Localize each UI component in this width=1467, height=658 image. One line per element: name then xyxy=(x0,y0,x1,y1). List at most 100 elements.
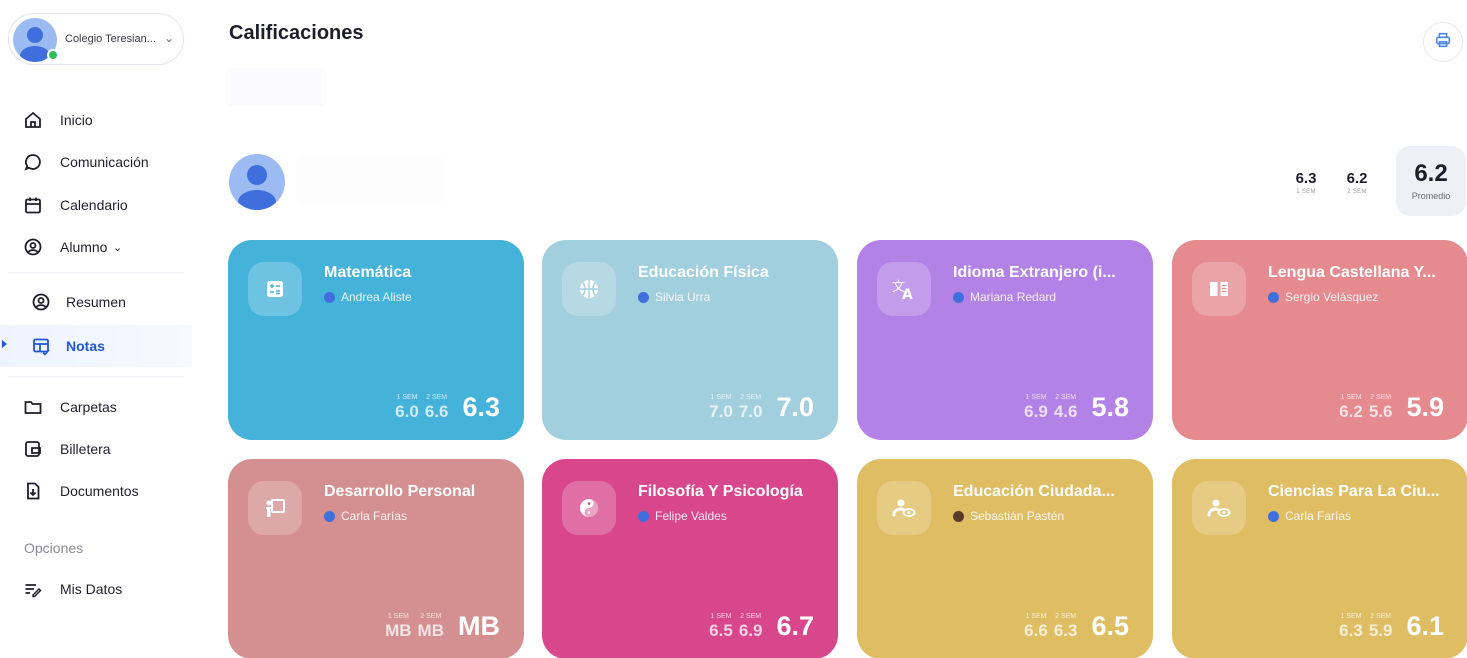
grade-sem1-value: 6.3 xyxy=(1339,621,1363,640)
course-teacher: Felipe Valdes xyxy=(638,509,727,523)
summary-average: 6.2 Promedio xyxy=(1396,146,1466,216)
sidebar-item-mis-datos[interactable]: Mis Datos xyxy=(0,570,192,608)
sidebar-item-notas[interactable]: Notas xyxy=(0,325,192,367)
grade-sem2: 2 SEM 6.9 xyxy=(739,612,763,641)
sidebar-item-alumno[interactable]: Alumno ⌄ xyxy=(0,228,192,266)
edit-list-icon xyxy=(22,578,44,600)
grade-final: 6.7 xyxy=(776,611,814,641)
divider xyxy=(8,272,184,273)
sidebar-item-carpetas[interactable]: Carpetas xyxy=(0,388,192,426)
grade-sem2: 2 SEM 5.9 xyxy=(1369,612,1393,641)
course-name: Matemática xyxy=(324,264,412,281)
grade-final: 6.5 xyxy=(1091,611,1129,641)
grade-sem2: 2 SEM 4.6 xyxy=(1054,393,1078,422)
filter-placeholder xyxy=(226,68,326,106)
grade-sem2-value: 5.9 xyxy=(1368,621,1393,640)
course-name: Educación Ciudada... xyxy=(953,483,1115,500)
grade-sem2-value: 6.3 xyxy=(1053,621,1078,640)
sidebar-item-label: Alumno xyxy=(60,239,108,255)
course-teacher: Carla Farías xyxy=(324,509,407,523)
summary-sem2-label: 2 SEM xyxy=(1347,189,1367,195)
course-grades: 1 SEM 6.3 2 SEM 5.9 6.1 xyxy=(1333,611,1444,641)
basketball-icon xyxy=(562,262,616,316)
translate-icon: 文A xyxy=(877,262,931,316)
course-card[interactable]: Educación Física Silvia Urra 1 SEM 7.0 2… xyxy=(542,240,838,440)
grade-sem2: 2 SEM MB xyxy=(418,612,444,641)
course-grades: 1 SEM 6.9 2 SEM 4.6 5.8 xyxy=(1018,392,1129,422)
sidebar-item-label: Carpetas xyxy=(60,399,117,415)
grade-sem2-value: 6.9 xyxy=(738,621,763,640)
printer-icon xyxy=(1434,31,1452,54)
chat-bubble-icon xyxy=(22,151,44,173)
calculator-icon xyxy=(248,262,302,316)
grade-sem1: 1 SEM MB xyxy=(385,612,411,641)
course-card[interactable]: Educación Ciudada... Sebastián Pastén 1 … xyxy=(857,459,1153,658)
course-name: Ciencias Para La Ciu... xyxy=(1268,483,1440,500)
course-grades: 1 SEM 6.2 2 SEM 5.6 5.9 xyxy=(1333,392,1444,422)
teacher-avatar-icon xyxy=(953,291,964,303)
student-avatar xyxy=(229,154,285,210)
print-button[interactable] xyxy=(1423,22,1463,62)
grade-sem1: 1 SEM 6.0 xyxy=(395,393,419,422)
teacher-avatar-icon xyxy=(953,510,964,522)
sidebar-item-calendario[interactable]: Calendario xyxy=(0,186,192,224)
sidebar-item-inicio[interactable]: Inicio xyxy=(0,101,192,139)
grade-sem1-value: 6.6 xyxy=(1024,621,1048,640)
sidebar: Colegio Teresian... ⌄ Inicio Comunicació… xyxy=(0,0,192,658)
teacher-avatar-icon xyxy=(324,510,335,522)
sidebar-item-resumen[interactable]: Resumen xyxy=(0,283,192,321)
book-icon xyxy=(1192,262,1246,316)
course-grades: 1 SEM 6.5 2 SEM 6.9 6.7 xyxy=(703,611,814,641)
sidebar-item-label: Billetera xyxy=(60,441,111,457)
teacher-avatar-icon xyxy=(1268,510,1279,522)
teacher-name: Felipe Valdes xyxy=(655,509,727,523)
teacher-name: Andrea Aliste xyxy=(341,290,412,304)
course-grades: 1 SEM 6.6 2 SEM 6.3 6.5 xyxy=(1018,611,1129,641)
folder-icon xyxy=(22,396,44,418)
document-download-icon xyxy=(22,480,44,502)
sidebar-item-documentos[interactable]: Documentos xyxy=(0,472,192,510)
yin-yang-icon xyxy=(562,481,616,535)
course-teacher: Sebastián Pastén xyxy=(953,509,1064,523)
chevron-down-icon: ⌄ xyxy=(113,241,123,254)
course-name: Educación Física xyxy=(638,264,769,281)
teacher-board-icon xyxy=(248,481,302,535)
course-card[interactable]: Ciencias Para La Ciu... Carla Farías 1 S… xyxy=(1172,459,1467,658)
course-card[interactable]: Filosofía Y Psicología Felipe Valdes 1 S… xyxy=(542,459,838,658)
grade-final: 6.3 xyxy=(462,392,500,422)
person-view-icon xyxy=(877,481,931,535)
course-card[interactable]: Matemática Andrea Aliste 1 SEM 6.0 2 SEM… xyxy=(228,240,524,440)
sidebar-item-label: Comunicación xyxy=(60,154,149,170)
grade-sem2: 2 SEM 7.0 xyxy=(739,393,763,422)
grade-sem1-value: 6.9 xyxy=(1024,402,1048,421)
grade-sem1: 1 SEM 7.0 xyxy=(709,393,733,422)
summary-sem2-value: 6.2 xyxy=(1346,170,1368,187)
course-grades: 1 SEM 7.0 2 SEM 7.0 7.0 xyxy=(703,392,814,422)
calendar-icon xyxy=(22,194,44,216)
course-card[interactable]: Desarrollo Personal Carla Farías 1 SEM M… xyxy=(228,459,524,658)
grade-final: 5.8 xyxy=(1091,392,1129,422)
user-circle-icon xyxy=(22,236,44,258)
grade-sem1-label: 1 SEM xyxy=(710,394,732,401)
grade-sem1: 1 SEM 6.5 xyxy=(709,612,733,641)
course-teacher: Andrea Aliste xyxy=(324,290,412,304)
sidebar-item-label: Inicio xyxy=(60,112,93,128)
summary-average-value: 6.2 xyxy=(1414,160,1448,187)
teacher-avatar-icon xyxy=(638,510,649,522)
course-teacher: Carla Farías xyxy=(1268,509,1351,523)
course-card[interactable]: Lengua Castellana Y... Sergio Velásquez … xyxy=(1172,240,1467,440)
teacher-name: Carla Farías xyxy=(341,509,408,523)
grade-sem1-value: 6.5 xyxy=(709,621,733,640)
home-icon xyxy=(22,109,44,131)
grade-final: MB xyxy=(458,611,500,641)
summary-average-label: Promedio xyxy=(1411,191,1451,201)
school-selector[interactable]: Colegio Teresian... ⌄ xyxy=(8,13,184,65)
school-name: Colegio Teresian... xyxy=(65,33,156,45)
grade-sem2-label: 2 SEM xyxy=(1055,394,1077,401)
active-indicator xyxy=(2,340,7,348)
summary-sem1-label: 1 SEM xyxy=(1296,189,1316,195)
sidebar-item-comunicacion[interactable]: Comunicación xyxy=(0,143,192,181)
grade-sem1-label: 1 SEM xyxy=(1025,613,1047,620)
course-card[interactable]: 文A Idioma Extranjero (i... Mariana Redar… xyxy=(857,240,1153,440)
sidebar-item-billetera[interactable]: Billetera xyxy=(0,430,192,468)
